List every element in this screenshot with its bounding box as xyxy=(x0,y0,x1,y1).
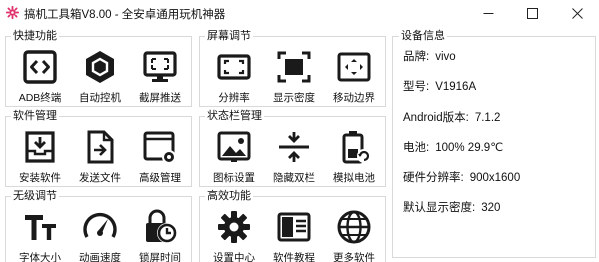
info-value: V1916A xyxy=(435,81,477,93)
group-title: 状态栏管理 xyxy=(205,109,264,123)
density-icon xyxy=(276,49,312,85)
tool-label: 高级管理 xyxy=(139,172,181,184)
font-size-icon xyxy=(22,209,58,245)
tool-label: 移动边界 xyxy=(333,92,375,104)
window-title: 搞机工具箱V8.00 - 全安卓通用玩机神器 xyxy=(24,9,226,21)
info-android-version: Android版本: 7.1.2 xyxy=(403,109,500,125)
group-screen-adjust: 屏幕调节 分辨率 显示密度 移动边界 xyxy=(199,29,386,107)
info-value: 320 xyxy=(481,202,501,214)
tool-label: 锁屏时间 xyxy=(139,252,181,262)
tool-move-border[interactable]: 移动边界 xyxy=(324,46,384,106)
tool-label: 模拟电池 xyxy=(333,172,375,184)
info-label: 硬件分辨率: xyxy=(403,172,464,184)
adb-terminal-icon xyxy=(22,49,58,85)
battery-icon xyxy=(336,129,372,165)
tool-install-software[interactable]: 安装软件 xyxy=(10,126,70,186)
resolution-icon xyxy=(216,49,252,85)
tool-icon-settings[interactable]: 图标设置 xyxy=(204,126,264,186)
hexagon-icon xyxy=(82,49,118,85)
info-hardware-resolution: 硬件分辨率: 900x1600 xyxy=(403,169,520,185)
info-label: Android版本: xyxy=(403,112,469,124)
device-info-title: 设备信息 xyxy=(399,29,447,43)
tool-lock-screen-time[interactable]: 锁屏时间 xyxy=(130,206,190,262)
info-value: 7.1.2 xyxy=(474,112,501,124)
group-title: 屏幕调节 xyxy=(205,29,253,43)
info-value: 900x1600 xyxy=(469,172,521,184)
info-label: 型号: xyxy=(403,81,430,93)
tool-send-file[interactable]: 发送文件 xyxy=(70,126,130,186)
info-battery: 电池: 100% 29.9℃ xyxy=(403,139,503,155)
info-value: vivo xyxy=(435,51,456,63)
info-label: 品牌: xyxy=(403,51,430,63)
tool-display-density[interactable]: 显示密度 xyxy=(264,46,324,106)
maximize-button[interactable] xyxy=(510,0,555,26)
send-file-icon xyxy=(82,129,118,165)
minimize-button[interactable] xyxy=(466,0,511,26)
group-statusbar-manage: 状态栏管理 图标设置 隐藏双栏 模拟电池 xyxy=(199,109,386,187)
info-value: 100% 29.9℃ xyxy=(435,142,504,154)
group-title: 高效功能 xyxy=(205,189,253,203)
group-quick-functions: 快捷功能 ADB终端 自动控机 截屏推送 xyxy=(5,29,192,107)
group-efficient-functions: 高效功能 设置中心 软件教程 更多软件 xyxy=(199,189,386,262)
group-stepless-adjust: 无级调节 字体大小 动画速度 锁屏时间 xyxy=(5,189,192,262)
gear-icon xyxy=(216,209,252,245)
move-border-icon xyxy=(336,49,372,85)
info-model: 型号: V1916A xyxy=(403,78,476,94)
close-icon xyxy=(572,8,583,19)
tool-resolution[interactable]: 分辨率 xyxy=(204,46,264,106)
tool-animation-speed[interactable]: 动画速度 xyxy=(70,206,130,262)
minimize-icon xyxy=(483,13,494,14)
hide-bar-icon xyxy=(276,129,312,165)
info-label: 电池: xyxy=(403,142,430,154)
tool-more-software[interactable]: 更多软件 xyxy=(324,206,384,262)
install-icon xyxy=(22,129,58,165)
lock-timer-icon xyxy=(142,209,178,245)
tool-auto-control[interactable]: 自动控机 xyxy=(70,46,130,106)
tool-screenshot-push[interactable]: 截屏推送 xyxy=(130,46,190,106)
advanced-manage-icon xyxy=(142,129,178,165)
group-title: 快捷功能 xyxy=(11,29,59,43)
tool-simulate-battery[interactable]: 模拟电池 xyxy=(324,126,384,186)
tool-font-size[interactable]: 字体大小 xyxy=(10,206,70,262)
tool-settings-center[interactable]: 设置中心 xyxy=(204,206,264,262)
tool-software-tutorial[interactable]: 软件教程 xyxy=(264,206,324,262)
close-button[interactable] xyxy=(555,0,599,26)
info-label: 默认显示密度: xyxy=(403,202,476,214)
group-software-manage: 软件管理 安装软件 发送文件 高级管理 xyxy=(5,109,192,187)
tool-advanced-manage[interactable]: 高级管理 xyxy=(130,126,190,186)
maximize-icon xyxy=(527,8,538,19)
screenshot-icon xyxy=(142,49,178,85)
title-bar: 搞机工具箱V8.00 - 全安卓通用玩机神器 xyxy=(0,0,599,26)
globe-icon xyxy=(336,209,372,245)
tool-label: 截屏推送 xyxy=(139,92,181,104)
info-default-density: 默认显示密度: 320 xyxy=(403,199,500,215)
tutorial-icon xyxy=(276,209,312,245)
app-logo-icon xyxy=(6,6,19,19)
info-brand: 品牌: vivo xyxy=(403,48,456,64)
group-title: 无级调节 xyxy=(11,189,59,203)
tool-adb-terminal[interactable]: ADB终端 xyxy=(10,46,70,106)
tool-label: 更多软件 xyxy=(333,252,375,262)
device-info-panel: 设备信息 品牌: vivo 型号: V1916A Android版本: 7.1.2 电… xyxy=(392,29,596,258)
icon-settings-icon xyxy=(216,129,252,165)
tool-hide-double-bar[interactable]: 隐藏双栏 xyxy=(264,126,324,186)
speedometer-icon xyxy=(82,209,118,245)
group-title: 软件管理 xyxy=(11,109,59,123)
